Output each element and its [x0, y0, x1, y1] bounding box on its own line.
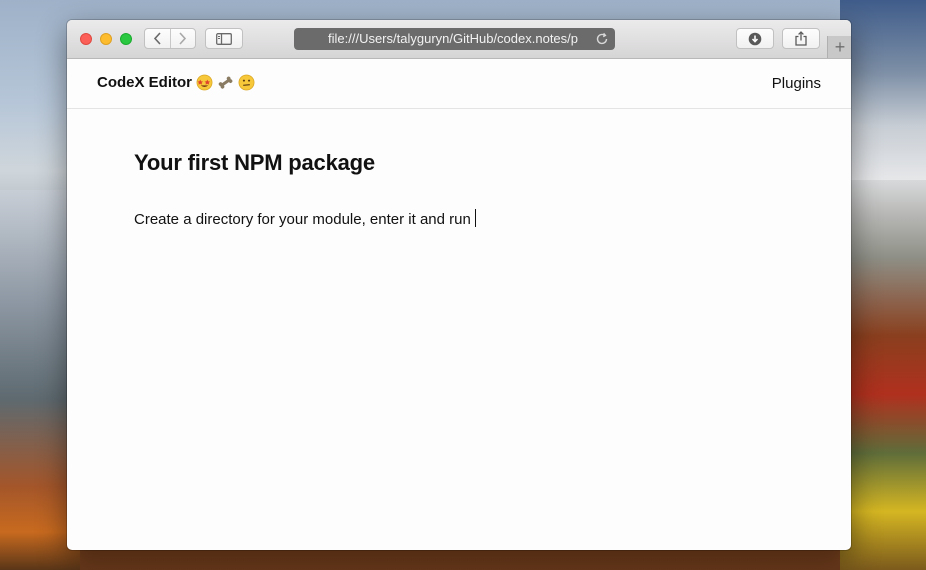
wallpaper-right-bottom: [840, 180, 926, 570]
back-button[interactable]: [145, 29, 170, 48]
wallpaper-right-top: [840, 0, 926, 180]
share-button[interactable]: [782, 28, 820, 49]
navigation-buttons: [144, 28, 196, 49]
close-window-button[interactable]: [80, 33, 92, 45]
share-icon: [795, 31, 807, 46]
forward-button[interactable]: [169, 29, 196, 48]
download-icon: [748, 32, 762, 45]
address-bar[interactable]: file:///Users/talyguryn/GitHub/codex.not…: [294, 28, 615, 50]
address-bar-url: file:///Users/talyguryn/GitHub/codex.not…: [328, 31, 579, 46]
page-header: CodeX Editor Plugins: [67, 59, 851, 109]
star-struck-emoji-icon: [196, 74, 213, 91]
downloads-button[interactable]: [736, 28, 774, 49]
bone-emoji-icon: [218, 76, 233, 89]
sidebar-icon: [216, 32, 232, 45]
grimace-emoji-icon: [238, 74, 255, 91]
plugins-link[interactable]: Plugins: [772, 75, 821, 92]
chevron-right-icon: [179, 32, 187, 45]
maximize-window-button[interactable]: [120, 33, 132, 45]
reload-icon[interactable]: [595, 32, 609, 46]
brand[interactable]: CodeX Editor: [97, 74, 255, 91]
editor-area[interactable]: Your first NPM package Create a director…: [134, 150, 794, 228]
text-caret: [474, 209, 476, 227]
editor-heading[interactable]: Your first NPM package: [134, 150, 794, 176]
browser-window: file:///Users/talyguryn/GitHub/codex.not…: [67, 20, 851, 550]
editor-paragraph[interactable]: Create a directory for your module, ente…: [134, 209, 794, 228]
plus-icon: +: [834, 37, 846, 57]
editor-paragraph-text: Create a directory for your module, ente…: [134, 211, 471, 228]
sidebar-button[interactable]: [205, 28, 243, 49]
browser-titlebar: file:///Users/talyguryn/GitHub/codex.not…: [67, 20, 851, 59]
brand-title: CodeX Editor: [97, 74, 193, 91]
new-tab-button[interactable]: +: [827, 36, 851, 58]
chevron-left-icon: [153, 32, 161, 45]
minimize-window-button[interactable]: [100, 33, 112, 45]
